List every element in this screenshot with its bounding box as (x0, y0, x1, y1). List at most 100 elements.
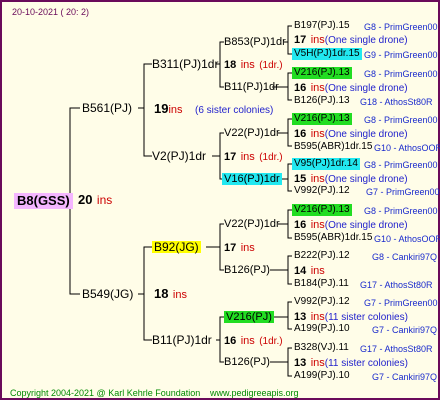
connector-v22-parents (278, 118, 292, 147)
ins-count: 16 (294, 219, 307, 231)
g4-node[interactable]: V95(PJ)1dr.14 (292, 158, 360, 170)
g4-node[interactable]: B197(PJ).15 (294, 20, 350, 32)
ins-label: ins (240, 242, 255, 254)
drone-note: (1dr.) (259, 60, 283, 71)
g3-node-b126b[interactable]: B126(PJ) (224, 356, 270, 368)
ins-label: ins (168, 104, 183, 116)
sister-colonies-note: (11 sister colonies) (324, 312, 408, 323)
g3-node-v16[interactable]: V16(PJ)1dr (222, 173, 282, 185)
header-date: 20-10-2021 ( 20: 2) (12, 7, 90, 17)
g2-ins-b311: 18 ins (1dr.) (224, 58, 283, 72)
g4-node[interactable]: V216(PJ).13 (292, 204, 352, 216)
generation-label: G9 - PrimGreen00 (364, 50, 438, 60)
g1-ins-b561: 19ins (6 sister colonies) (154, 102, 274, 117)
ins-label: ins (172, 289, 187, 301)
g1-ins-b549: 18 ins (154, 287, 187, 301)
generation-label: G7 - PrimGreen00 (364, 298, 438, 308)
g4-node[interactable]: A199(PJ).10 (294, 370, 350, 382)
connector-b561-v2 (143, 108, 152, 157)
g3-node-b126[interactable]: B126(PJ) (224, 264, 270, 276)
generation-label: G8 - PrimGreen00 (364, 69, 438, 79)
generation-label: G7 - Cankiri97Q (372, 325, 438, 335)
g2-node-v2[interactable]: V2(PJ)1dr (152, 150, 206, 162)
g4-node[interactable]: B126(PJ).13 (294, 95, 350, 107)
ins-count: 20 (78, 192, 93, 207)
ins-count: 17 (224, 151, 237, 163)
generation-label: G8 - PrimGreen00 (364, 22, 438, 32)
g3-node-v216[interactable]: V216(PJ) (224, 311, 274, 323)
connector-v216-parents (272, 301, 292, 330)
ins-label: ins (240, 59, 255, 71)
drone-note: (One single drone) (324, 174, 408, 185)
connector-b126b-parents (270, 347, 292, 377)
ins-count: 18 (224, 59, 237, 71)
g4-ins: 13 ins(11 sister colonies) (294, 356, 408, 370)
ins-label: ins (310, 311, 325, 323)
g4-ins: 13 ins(11 sister colonies) (294, 310, 408, 324)
g4-ins: 14 ins (294, 264, 325, 277)
connector-root-b561 (64, 107, 80, 201)
ins-label: ins (240, 151, 255, 163)
pedigree-chart: 20-10-2021 ( 20: 2) B8(GSS) 20 ins B561(… (0, 0, 440, 400)
g2-ins-b92: 17 ins (224, 241, 255, 254)
g4-node[interactable]: V992(PJ).12 (294, 185, 350, 197)
g1-node-b561[interactable]: B561(PJ) (82, 102, 132, 114)
connector-root-b549 (69, 200, 80, 295)
ins-count: 14 (294, 265, 307, 277)
g2-node-b92[interactable]: B92(JG) (152, 241, 201, 253)
g4-node[interactable]: B595(ABR)1dr.15 (294, 141, 372, 153)
generation-label: G10 - AthosOOR (374, 234, 440, 244)
g4-node[interactable]: B222(PJ).12 (294, 250, 350, 262)
ins-count: 13 (294, 357, 307, 369)
g2-ins-b11: 16 ins (1dr.) (224, 334, 283, 348)
drone-note: (One single drone) (324, 35, 408, 46)
footer-copyright: Copyright 2004-2021 @ Karl Kehrle Founda… (10, 388, 201, 398)
sister-colonies-note: (6 sister colonies) (194, 105, 274, 116)
g4-node[interactable]: B184(PJ).11 (294, 278, 349, 290)
ins-label: ins (310, 128, 325, 140)
g2-node-b311[interactable]: B311(PJ)1dr (152, 58, 218, 70)
generation-label: G17 - AthosSt80R (360, 280, 433, 290)
drone-note: (1dr.) (259, 336, 283, 347)
generation-label: G8 - PrimGreen00 (364, 206, 438, 216)
connector-b92-v22 (206, 223, 224, 248)
g4-node[interactable]: V992(PJ).12 (294, 296, 350, 308)
g2-ins-v2: 17 ins (1dr.) (224, 150, 283, 164)
ins-count: 15 (294, 173, 307, 185)
generation-label: G7 - Cankiri97Q (372, 372, 438, 382)
g4-node[interactable]: A199(PJ).10 (294, 323, 350, 335)
drone-note: (One single drone) (324, 129, 408, 140)
ins-count: 17 (224, 242, 237, 254)
footer-site-link[interactable]: www.pedigreeapis.org (210, 387, 299, 399)
g3-node-v22[interactable]: V22(PJ)1dr (224, 127, 280, 139)
connector-b549-b92 (138, 246, 152, 295)
connector-v16-parents (282, 163, 292, 192)
g4-node[interactable]: V216(PJ).13 (292, 67, 352, 79)
ins-label: ins (96, 193, 113, 207)
g4-node[interactable]: V5H(PJ)1dr.15 (292, 48, 362, 60)
g4-node[interactable]: V216(PJ).13 (292, 113, 352, 125)
g3-node-b853[interactable]: B853(PJ)1dr (224, 36, 286, 48)
g3-node-b11[interactable]: B11(PJ)1dr (224, 81, 279, 93)
ins-count: 16 (294, 82, 307, 94)
g4-ins: 17 ins(One single drone) (294, 33, 408, 47)
generation-label: G8 - Cankiri97Q (372, 252, 438, 262)
root-queen[interactable]: B8(GSS) (14, 193, 73, 209)
generation-label: G18 - AthosSt80R (360, 97, 433, 107)
ins-label: ins (310, 82, 325, 94)
drone-note: (1dr.) (259, 152, 283, 163)
g1-node-b549[interactable]: B549(JG) (82, 288, 133, 300)
g2-node-b11[interactable]: B11(PJ)1dr (152, 334, 212, 346)
g4-ins: 15 ins(One single drone) (294, 172, 408, 186)
g3-node-v22b[interactable]: V22(PJ)1dr (224, 218, 280, 230)
sister-colonies-note: (11 sister colonies) (324, 358, 408, 369)
ins-count: 16 (224, 335, 237, 347)
generation-label: G8 - PrimGreen00 (364, 160, 438, 170)
ins-count: 13 (294, 311, 307, 323)
connector-v2-v22 (212, 132, 224, 157)
generation-label: G10 - AthosOOR (374, 143, 440, 153)
drone-note: (One single drone) (324, 220, 408, 231)
g4-node[interactable]: B328(VJ).11 (294, 342, 349, 354)
ins-label: ins (310, 265, 325, 277)
g4-node[interactable]: B595(ABR)1dr.15 (294, 232, 372, 244)
